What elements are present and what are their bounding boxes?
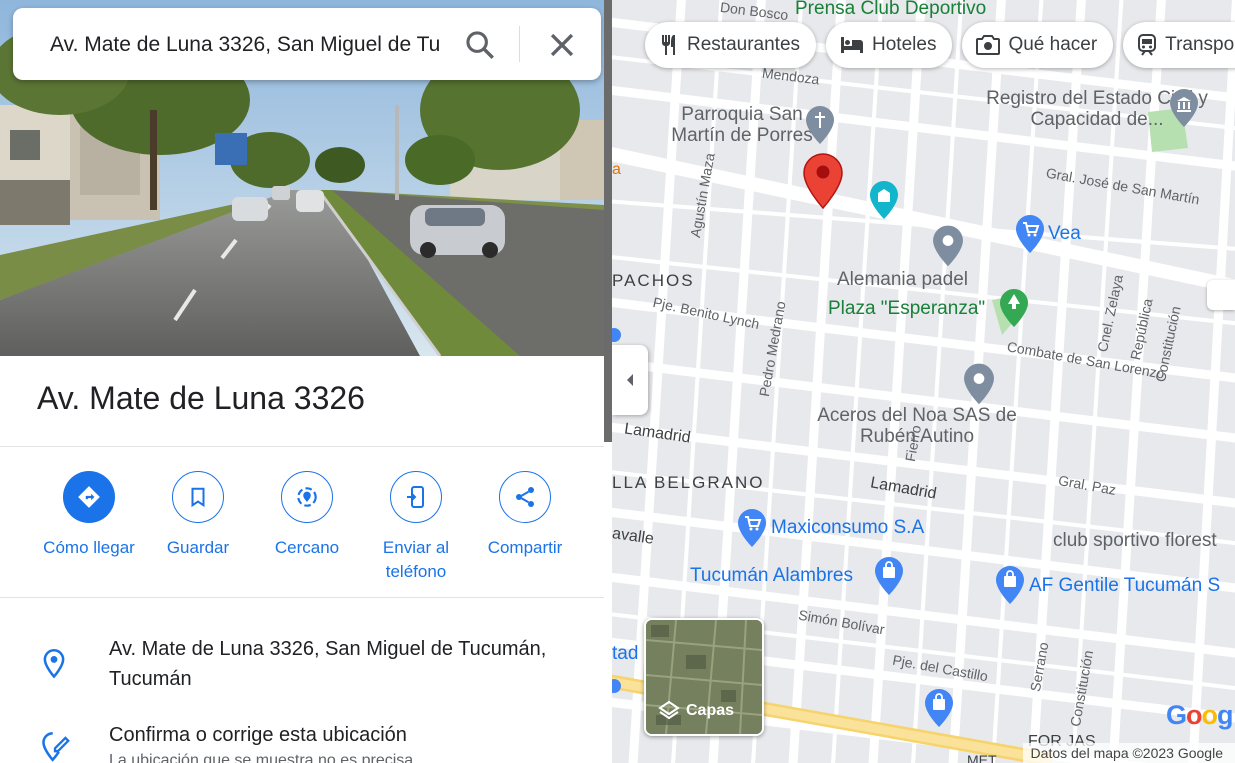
save-label: Guardar [166,538,230,557]
train-icon [1138,34,1157,56]
map-side-control[interactable] [1207,280,1235,310]
park-pin-icon[interactable] [999,288,1029,332]
share-icon [516,487,534,507]
chip-hoteles[interactable]: Hoteles [826,22,953,68]
place-title: Av. Mate de Luna 3326 [37,380,365,416]
church-pin-icon[interactable] [805,105,835,145]
layers-button[interactable]: Capas [644,618,764,736]
poi-label: Prensa Club Deportivo [795,0,987,19]
address-text: Av. Mate de Luna 3326, San Miguel de Tuc… [109,638,547,690]
shopping-bag-pin-icon[interactable] [995,565,1025,607]
layers-text: Capas [686,702,735,719]
share-label: Compartir [487,538,563,557]
bed-icon [841,37,864,53]
close-icon[interactable] [545,28,579,62]
location-pin-icon [43,649,65,679]
share-circle [499,471,551,523]
send-to-phone-button[interactable]: Enviar al teléfono [356,471,476,584]
chip-restaurantes[interactable]: Restaurantes [645,22,817,68]
poi-label: Maxiconsumo S.A [771,517,925,538]
caret-left-icon [627,374,633,386]
confirm-subtitle: La ubicación que se muestra no es precis… [109,752,414,763]
confirm-location-row[interactable]: Confirma o corrige esta ubicación La ubi… [0,715,604,763]
search-box [13,8,601,80]
search-input[interactable] [48,26,442,64]
poi-label: Parroquia San Martín de Porres [671,104,813,146]
poi-label: tad [612,643,639,664]
poi-label: club sportivo florest [1053,530,1217,551]
confirm-title: Confirma o corrige esta ubicación [109,724,407,746]
save-circle [172,471,224,523]
place-panel: Av. Mate de Luna 3326 Cómo llegar Guarda… [0,0,604,763]
shopping-bag-pin-icon[interactable] [874,556,904,598]
chip-que-hacer[interactable]: Qué hacer [962,22,1114,68]
map-attribution: Datos del mapa ©2023 Google [1022,743,1235,763]
poi-label: Plaza "Esperanza" [828,298,986,319]
collapse-panel-button[interactable] [612,345,648,415]
nearby-button[interactable]: Cercano [247,471,367,560]
fork-knife-icon [662,35,675,55]
place-pin-icon[interactable] [963,362,995,408]
directions-icon [78,486,100,508]
chip-transporte[interactable]: Transporte [1123,22,1235,68]
directions-label: Cómo llegar [43,538,135,557]
chip-label: Restaurantes [687,34,801,55]
divider [0,597,604,598]
shopping-cart-pin-icon[interactable] [1015,214,1045,256]
shopping-bag-pin-icon[interactable] [924,688,954,730]
poi-label: Tucumán Alambres [690,565,853,586]
directions-circle [63,471,115,523]
send-to-phone-label: Enviar al teléfono [382,538,450,581]
tourist-pin-icon[interactable] [869,180,899,224]
search-icon[interactable] [463,28,497,62]
selected-location-pin-icon[interactable] [803,153,843,209]
layers-icon [658,700,680,720]
bookmark-icon [191,487,205,508]
divider [0,446,604,447]
chip-label: Hoteles [872,34,937,55]
directions-button[interactable]: Cómo llegar [29,471,149,560]
chip-label: Transporte [1165,34,1235,55]
street-label: MET [967,752,997,763]
neighborhood-label: LLA BELGRANO [612,473,765,492]
poi-label: a [612,161,621,178]
government-pin-icon[interactable] [1169,88,1199,128]
place-pin-icon[interactable] [932,224,964,270]
google-logo: Goog [1166,700,1233,730]
nearby-label: Cercano [274,538,340,557]
neighborhood-label: PACHOS [612,271,695,290]
poi-label: AF Gentile Tucumán S [1029,575,1221,596]
address-row[interactable]: Av. Mate de Luna 3326, San Miguel de Tuc… [0,620,604,700]
save-button[interactable]: Guardar [138,471,258,560]
camera-icon [976,35,1001,55]
nearby-icon [297,487,317,507]
share-button[interactable]: Compartir [465,471,585,560]
nearby-circle [281,471,333,523]
poi-label: Vea [1048,223,1081,244]
poi-label: Alemania padel [837,269,968,290]
search-divider [519,26,520,62]
category-chips: Restaurantes Hoteles Qué hacer Transport… [645,22,1235,72]
shopping-cart-pin-icon[interactable] [737,508,767,550]
layers-label: Capas [658,700,734,722]
send-to-phone-icon [407,486,424,508]
panel-scrollbar-thumb[interactable] [604,0,612,442]
chip-label: Qué hacer [1008,34,1098,55]
edit-location-icon [42,732,70,762]
send-to-phone-circle [390,471,442,523]
